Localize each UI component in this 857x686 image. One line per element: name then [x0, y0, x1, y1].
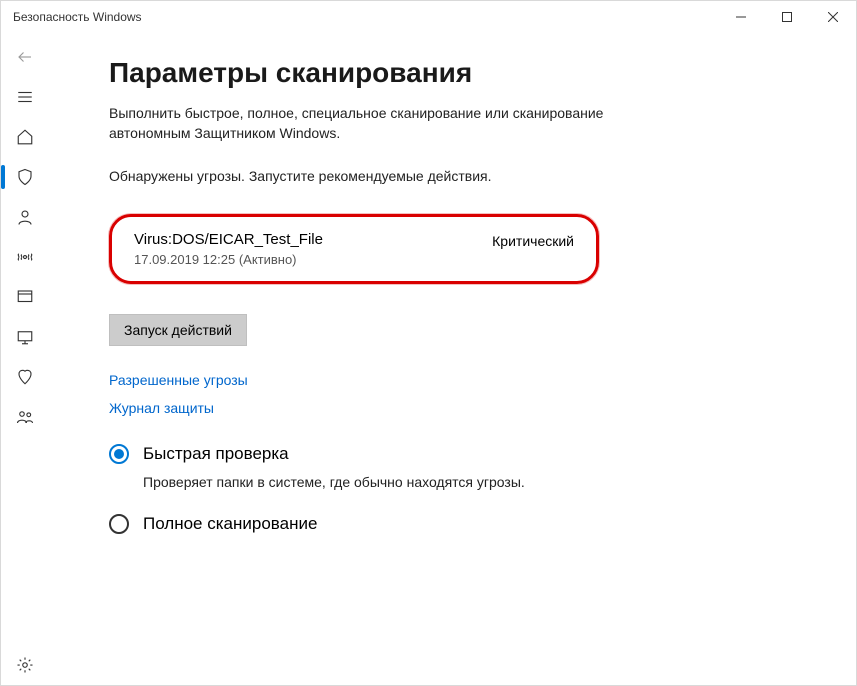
- home-icon[interactable]: [1, 117, 49, 157]
- close-button[interactable]: [810, 1, 856, 33]
- quick-scan-label: Быстрая проверка: [143, 444, 289, 464]
- family-icon[interactable]: [1, 397, 49, 437]
- main-content: Параметры сканирования Выполнить быстрое…: [49, 33, 856, 685]
- performance-icon[interactable]: [1, 357, 49, 397]
- title-bar: Безопасность Windows: [1, 1, 856, 33]
- minimize-button[interactable]: [718, 1, 764, 33]
- threat-timestamp: 17.09.2019 12:25 (Активно): [134, 252, 323, 267]
- quick-scan-desc: Проверяет папки в системе, где обычно на…: [143, 474, 816, 490]
- quick-scan-option[interactable]: Быстрая проверка: [109, 444, 816, 464]
- menu-icon[interactable]: [1, 77, 49, 117]
- window-controls: [718, 1, 856, 33]
- maximize-button[interactable]: [764, 1, 810, 33]
- radio-selected-icon: [109, 444, 129, 464]
- window-title: Безопасность Windows: [13, 10, 718, 24]
- settings-icon[interactable]: [1, 645, 49, 685]
- page-subtitle: Выполнить быстрое, полное, специальное с…: [109, 103, 629, 144]
- threat-status-text: Обнаружены угрозы. Запустите рекомендуем…: [109, 168, 816, 184]
- allowed-threats-link[interactable]: Разрешенные угрозы: [109, 372, 816, 388]
- run-actions-button[interactable]: Запуск действий: [109, 314, 247, 346]
- account-icon[interactable]: [1, 197, 49, 237]
- sidebar: [1, 33, 49, 685]
- threat-severity: Критический: [492, 231, 574, 249]
- page-title: Параметры сканирования: [109, 57, 816, 89]
- radio-unselected-icon: [109, 514, 129, 534]
- app-browser-icon[interactable]: [1, 277, 49, 317]
- full-scan-option[interactable]: Полное сканирование: [109, 514, 816, 534]
- threat-card[interactable]: Virus:DOS/EICAR_Test_File 17.09.2019 12:…: [109, 214, 599, 284]
- device-security-icon[interactable]: [1, 317, 49, 357]
- shield-icon[interactable]: [1, 157, 49, 197]
- threat-name: Virus:DOS/EICAR_Test_File: [134, 231, 323, 248]
- firewall-icon[interactable]: [1, 237, 49, 277]
- protection-history-link[interactable]: Журнал защиты: [109, 400, 816, 416]
- back-button[interactable]: [1, 37, 49, 77]
- full-scan-label: Полное сканирование: [143, 514, 317, 534]
- scan-options-group: Быстрая проверка Проверяет папки в систе…: [109, 444, 816, 534]
